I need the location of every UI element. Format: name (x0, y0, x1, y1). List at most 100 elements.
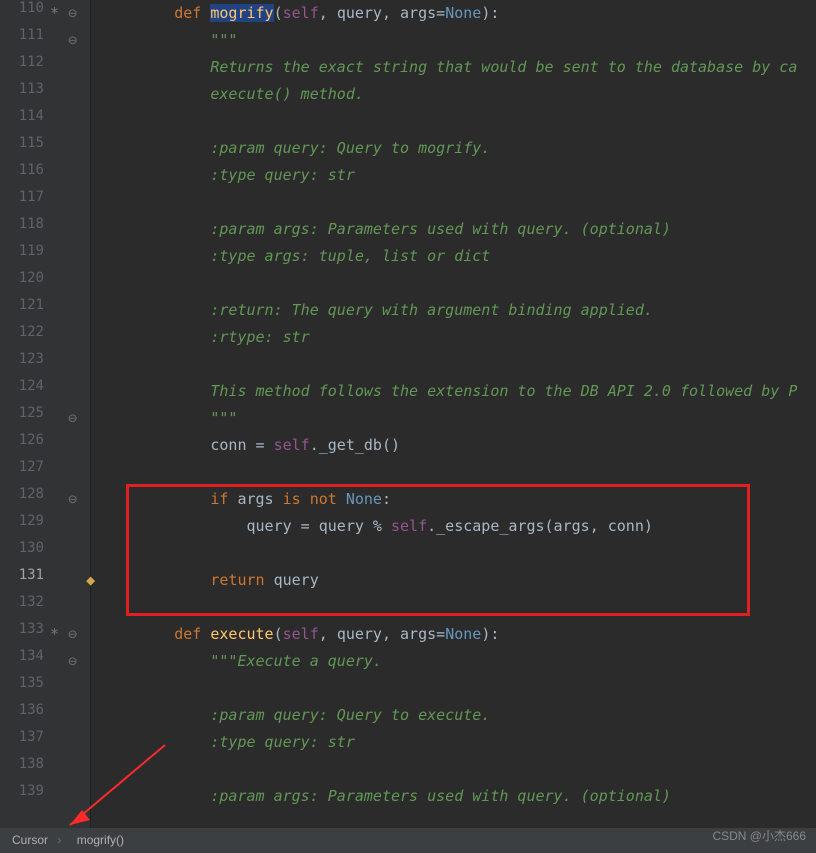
line-number[interactable]: 131 (0, 567, 44, 583)
code-line[interactable]: :rtype: str (90, 324, 816, 351)
line-number[interactable]: 117 (0, 189, 44, 205)
line-number[interactable]: 129 (0, 513, 44, 529)
fold-icon[interactable] (68, 274, 77, 292)
diff-marker (50, 193, 59, 211)
code-token: None (445, 625, 481, 643)
fold-icon[interactable]: ⊖ (68, 652, 77, 670)
code-line[interactable]: :return: The query with argument binding… (90, 297, 816, 324)
fold-icon[interactable] (68, 193, 77, 211)
fold-icon[interactable] (68, 436, 77, 454)
code-line[interactable]: """ (90, 27, 816, 54)
line-number[interactable]: 139 (0, 783, 44, 799)
code-line[interactable]: :param args: Parameters used with query.… (90, 216, 816, 243)
fold-icon[interactable]: ⊖ (68, 4, 77, 22)
code-line[interactable]: execute() method. (90, 81, 816, 108)
diff-marker (50, 517, 59, 535)
code-line[interactable]: def execute(self, query, args=None): (90, 621, 816, 648)
fold-icon[interactable] (68, 679, 77, 697)
line-number[interactable]: 111 (0, 27, 44, 43)
fold-icon[interactable] (68, 517, 77, 535)
code-line[interactable]: conn = self._get_db() (90, 432, 816, 459)
fold-icon[interactable]: ⊖ (68, 625, 77, 643)
fold-icon[interactable] (68, 328, 77, 346)
line-number[interactable]: 128 (0, 486, 44, 502)
line-number[interactable]: 138 (0, 756, 44, 772)
code-line[interactable] (90, 351, 816, 378)
line-number[interactable]: 112 (0, 54, 44, 70)
code-token: ): (481, 4, 499, 22)
code-line[interactable]: :type query: str (90, 729, 816, 756)
fold-icon[interactable] (68, 85, 77, 103)
fold-icon[interactable] (68, 355, 77, 373)
fold-icon[interactable] (68, 787, 77, 805)
fold-icon[interactable] (68, 166, 77, 184)
fold-icon[interactable]: ⊖ (68, 31, 77, 49)
fold-icon[interactable] (68, 463, 77, 481)
line-number[interactable]: 121 (0, 297, 44, 313)
fold-icon[interactable] (68, 247, 77, 265)
line-number[interactable]: 115 (0, 135, 44, 151)
code-line[interactable] (90, 675, 816, 702)
gutter[interactable]: 110 * ⊖ 111 ⊖ 112 113 114 115 116 117 118 1… (0, 0, 91, 828)
fold-icon[interactable] (68, 544, 77, 562)
fold-icon[interactable] (68, 112, 77, 130)
line-number[interactable]: 113 (0, 81, 44, 97)
line-number[interactable]: 124 (0, 378, 44, 394)
diff-marker (50, 328, 59, 346)
code-line[interactable] (90, 108, 816, 135)
breadcrumb-bar[interactable]: Cursor › mogrify() CSDN @小杰666 (0, 828, 816, 853)
code-line[interactable]: """Execute a query. (90, 648, 816, 675)
code-line[interactable]: :param query: Query to execute. (90, 702, 816, 729)
fold-icon[interactable] (68, 220, 77, 238)
code-line[interactable]: def mogrify(self, query, args=None): (90, 0, 816, 27)
code-line[interactable]: Returns the exact string that would be s… (90, 54, 816, 81)
fold-icon[interactable] (68, 139, 77, 157)
line-number[interactable]: 134 (0, 648, 44, 664)
line-number[interactable]: 120 (0, 270, 44, 286)
fold-icon[interactable] (68, 598, 77, 616)
line-number[interactable]: 137 (0, 729, 44, 745)
code-line[interactable] (90, 270, 816, 297)
line-number[interactable]: 119 (0, 243, 44, 259)
line-number[interactable]: 130 (0, 540, 44, 556)
code-line[interactable] (90, 459, 816, 486)
code-area[interactable]: def mogrify(self, query, args=None): """… (90, 0, 816, 810)
line-number[interactable]: 116 (0, 162, 44, 178)
fold-icon[interactable] (68, 301, 77, 319)
line-number[interactable]: 118 (0, 216, 44, 232)
code-editor[interactable]: 110 * ⊖ 111 ⊖ 112 113 114 115 116 117 118 1… (0, 0, 816, 828)
fold-icon[interactable] (68, 571, 77, 589)
line-number[interactable]: 127 (0, 459, 44, 475)
fold-icon[interactable] (68, 733, 77, 751)
code-line[interactable]: :param query: Query to mogrify. (90, 135, 816, 162)
fold-icon[interactable] (68, 58, 77, 76)
line-number[interactable]: 114 (0, 108, 44, 124)
line-number[interactable]: 110 (0, 0, 44, 16)
diff-marker: * (50, 625, 59, 643)
line-number[interactable]: 135 (0, 675, 44, 691)
line-number[interactable]: 136 (0, 702, 44, 718)
code-line[interactable]: This method follows the extension to the… (90, 378, 816, 405)
fold-icon[interactable] (68, 706, 77, 724)
code-token: execute (210, 625, 273, 643)
fold-icon[interactable] (68, 382, 77, 400)
line-number[interactable]: 133 (0, 621, 44, 637)
fold-icon[interactable]: ⊖ (68, 409, 77, 427)
code-line[interactable] (90, 189, 816, 216)
line-number[interactable]: 125 (0, 405, 44, 421)
code-line[interactable]: :type args: tuple, list or dict (90, 243, 816, 270)
line-number[interactable]: 123 (0, 351, 44, 367)
code-line[interactable] (90, 756, 816, 783)
code-line[interactable]: :param args: Parameters used with query.… (90, 783, 816, 810)
fold-icon[interactable]: ⊖ (68, 490, 77, 508)
line-number[interactable]: 122 (0, 324, 44, 340)
line-number[interactable]: 132 (0, 594, 44, 610)
breadcrumb-item-mogrify[interactable]: mogrify() (65, 828, 130, 853)
line-number[interactable]: 126 (0, 432, 44, 448)
code-line[interactable]: :type query: str (90, 162, 816, 189)
code-token: :param query: Query to mogrify. (102, 139, 490, 157)
breadcrumb-item-cursor[interactable]: Cursor (0, 828, 54, 853)
code-token: :param args: Parameters used with query.… (102, 220, 671, 238)
fold-icon[interactable] (68, 760, 77, 778)
code-line[interactable]: """ (90, 405, 816, 432)
